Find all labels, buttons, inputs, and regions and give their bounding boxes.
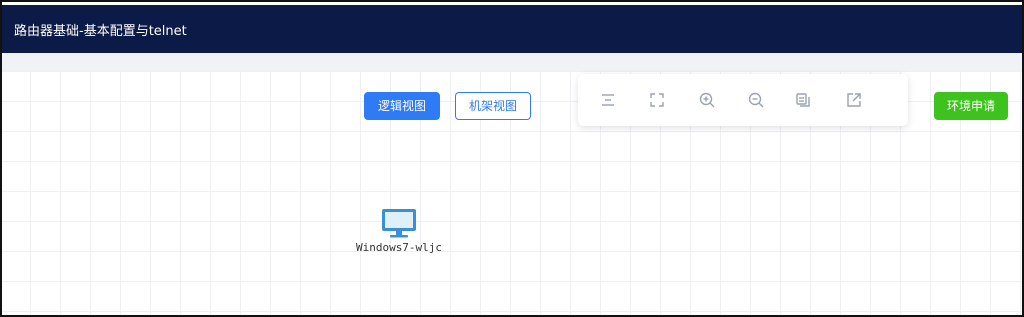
topology-node-windows7[interactable]: Windows7-wljc [354,207,444,267]
header-bar: 路由器基础-基本配置与telnet [2,2,1022,53]
sub-header-strip [2,53,1022,71]
rack-view-button[interactable]: 机架视图 [455,92,531,120]
environment-request-button[interactable]: 环境申请 [934,92,1008,120]
app-frame: 路由器基础-基本配置与telnet 逻辑视图 机架视图 环境申请 Windows… [0,0,1024,317]
desktop-computer-icon [382,209,416,238]
fullscreen-icon[interactable] [645,88,669,112]
align-center-icon[interactable] [596,88,620,112]
zoom-in-icon[interactable] [695,88,719,112]
node-label: Windows7-wljc [355,241,443,254]
external-link-icon[interactable] [842,88,866,112]
copy-icon[interactable] [791,88,815,112]
page-title: 路由器基础-基本配置与telnet [14,24,187,39]
zoom-out-icon[interactable] [744,88,768,112]
logic-view-button[interactable]: 逻辑视图 [364,92,440,120]
canvas-toolbar [578,74,908,126]
